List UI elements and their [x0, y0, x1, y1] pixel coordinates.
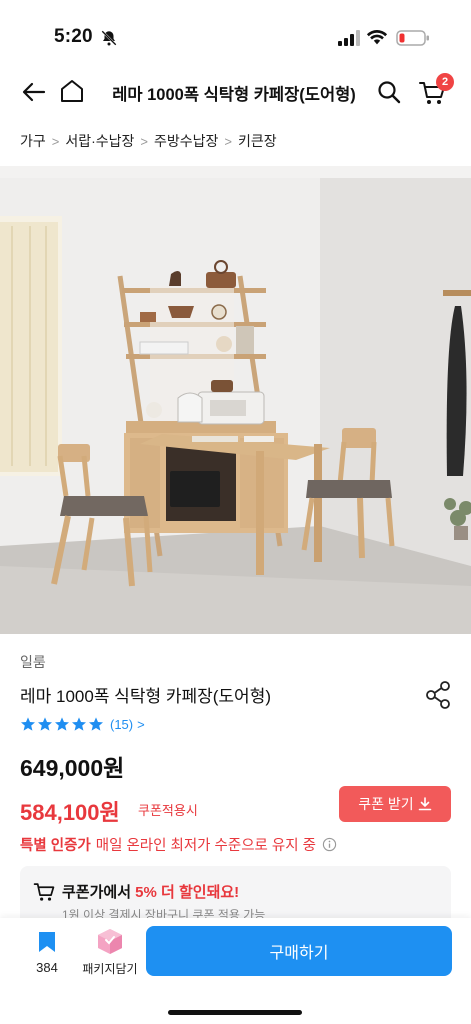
brand-name[interactable]: 일룸: [20, 652, 46, 672]
star-icon: [55, 717, 69, 731]
bottom-action-bar: 384 패키지담기 구매하기: [0, 918, 471, 1024]
chevron-right-icon: >: [51, 133, 60, 149]
breadcrumb-item[interactable]: 주방수납장: [154, 131, 218, 151]
chevron-right-icon: >: [140, 133, 149, 149]
page-title: 레마 1000폭 식탁형 카페장(도어형): [112, 86, 356, 104]
product-name: 레마 1000폭 식탁형 카페장(도어형): [20, 687, 271, 706]
home-indicator: [168, 1010, 302, 1015]
star-icon: [72, 717, 86, 731]
coupon-price: 584,100원: [20, 800, 120, 825]
cart-icon: [33, 883, 55, 901]
breadcrumb-item[interactable]: 서랍·수납장: [65, 131, 134, 151]
wishlist-button[interactable]: 384: [24, 930, 70, 975]
promo-highlight: 특별 인증가: [20, 838, 91, 854]
top-nav-bar: 레마 1000폭 식탁형 카페장(도어형) 2: [0, 64, 471, 120]
chevron-right-icon: >: [137, 716, 145, 732]
package-label: 패키지담기: [82, 962, 138, 976]
get-coupon-label: 쿠폰 받기: [358, 796, 414, 812]
chevron-right-icon: >: [224, 133, 233, 149]
product-image[interactable]: [0, 166, 471, 634]
wishlist-count: 384: [36, 960, 58, 975]
breadcrumb: 가구 > 서랍·수납장 > 주방수납장 > 키큰장: [20, 130, 277, 152]
coupon-banner-title-prefix: 쿠폰가에서: [62, 884, 136, 901]
breadcrumb-item[interactable]: 키큰장: [238, 131, 277, 151]
star-rating: [20, 716, 104, 732]
coupon-banner-discount: 5% 더 할인돼요!: [135, 884, 240, 901]
product-photo: [0, 166, 471, 634]
wifi-icon: [366, 30, 388, 45]
star-icon: [89, 717, 103, 731]
lowest-price-promo: 특별 인증가 매일 온라인 최저가 수준으로 유지 중: [20, 834, 337, 855]
bell-off-icon: [101, 30, 117, 46]
coupon-discount-banner[interactable]: 쿠폰가에서 5% 더 할인돼요! 1원 이상 결제시 장바구니 쿠폰 적용 가능: [20, 866, 451, 926]
cart-count-badge: 2: [436, 73, 454, 91]
back-arrow-icon[interactable]: [20, 78, 48, 106]
battery-low-icon: [396, 30, 429, 46]
star-icon: [38, 717, 52, 731]
status-bar: 5:20: [0, 0, 471, 64]
coupon-price-note: 쿠폰적용시: [138, 803, 198, 818]
share-icon[interactable]: [424, 680, 452, 710]
status-time: 5:20: [54, 26, 93, 47]
coupon-banner-title: 쿠폰가에서 5% 더 할인돼요!: [62, 881, 239, 902]
star-icon: [21, 717, 35, 731]
get-coupon-button[interactable]: 쿠폰 받기: [339, 786, 451, 822]
cellular-signal-icon: [338, 30, 360, 46]
add-to-package-button[interactable]: 패키지담기: [80, 926, 140, 977]
promo-text: 매일 온라인 최저가 수준으로 유지 중: [95, 838, 316, 854]
home-icon[interactable]: [58, 77, 86, 105]
review-count[interactable]: (15): [110, 717, 133, 732]
search-icon[interactable]: [376, 79, 402, 105]
info-icon[interactable]: [322, 837, 337, 852]
breadcrumb-item[interactable]: 가구: [20, 131, 46, 151]
rating-row[interactable]: (15) >: [20, 716, 145, 732]
bookmark-icon: [39, 932, 55, 952]
buy-button[interactable]: 구매하기: [146, 926, 452, 976]
original-price: 649,000원: [20, 755, 125, 781]
package-box-icon: [98, 929, 122, 954]
download-icon: [418, 797, 432, 811]
